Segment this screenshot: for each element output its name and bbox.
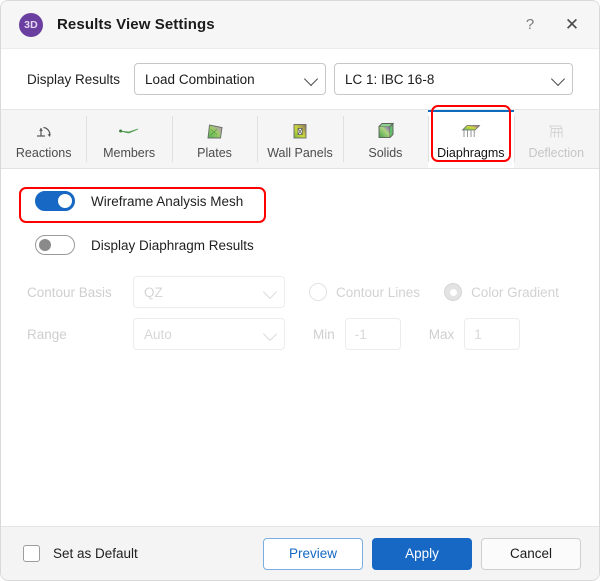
- tab-reactions[interactable]: Reactions: [1, 110, 86, 168]
- page-title: Results View Settings: [57, 16, 215, 33]
- color-gradient-radio-option[interactable]: Color Gradient: [444, 283, 559, 301]
- app-3d-badge-icon: 3D: [19, 12, 43, 37]
- close-icon[interactable]: ✕: [551, 7, 593, 43]
- display-diaphragm-results-label: Display Diaphragm Results: [91, 237, 254, 253]
- wireframe-analysis-mesh-label: Wireframe Analysis Mesh: [91, 193, 244, 209]
- min-label: Min: [313, 326, 335, 342]
- display-results-label: Display Results: [27, 71, 121, 87]
- set-as-default-label: Set as Default: [53, 546, 138, 561]
- deflection-icon: [543, 119, 569, 143]
- contour-basis-value: QZ: [144, 284, 163, 300]
- wall-panels-icon: [287, 119, 313, 143]
- tab-plates[interactable]: Plates: [171, 110, 257, 168]
- chevron-down-icon: [262, 326, 278, 342]
- tab-deflection[interactable]: Deflection: [513, 110, 599, 168]
- chevron-down-icon: [303, 71, 319, 87]
- contour-basis-label: Contour Basis: [27, 284, 112, 300]
- cancel-button[interactable]: Cancel: [481, 537, 581, 570]
- contour-basis-row: Contour Basis QZ Contour Lines Color Gra…: [27, 275, 573, 309]
- chevron-down-icon: [262, 284, 278, 300]
- contour-lines-radio[interactable]: [309, 283, 327, 301]
- wireframe-analysis-mesh-row: Wireframe Analysis Mesh: [35, 186, 573, 216]
- result-type-value: Load Combination: [145, 71, 255, 87]
- tab-label: Reactions: [15, 145, 72, 160]
- tab-label: Plates: [197, 145, 232, 160]
- max-label: Max: [428, 326, 455, 342]
- tab-diaphragms[interactable]: Diaphragms: [428, 110, 514, 168]
- range-row: Range Auto Min -1 Max 1: [27, 317, 573, 351]
- title-bar: 3D Results View Settings ? ✕: [1, 1, 599, 49]
- toggle-knob: [58, 194, 72, 208]
- tab-label: Deflection: [528, 145, 585, 160]
- dialog-footer: Set as Default Preview Apply Cancel: [1, 526, 599, 580]
- reactions-icon: [31, 119, 57, 143]
- tab-label: Wall Panels: [267, 145, 333, 160]
- min-input[interactable]: -1: [344, 318, 401, 350]
- display-diaphragm-results-row: Display Diaphragm Results: [35, 230, 573, 260]
- tab-label: Members: [103, 145, 156, 160]
- solids-icon: [372, 119, 398, 143]
- range-label: Range: [27, 326, 67, 342]
- color-gradient-label: Color Gradient: [471, 284, 559, 300]
- wireframe-analysis-mesh-toggle[interactable]: [35, 191, 75, 211]
- contour-basis-select[interactable]: QZ: [133, 276, 285, 308]
- display-results-row: Display Results Load Combination LC 1: I…: [1, 49, 599, 105]
- load-combination-select[interactable]: LC 1: IBC 16-8: [334, 63, 573, 95]
- range-select[interactable]: Auto: [133, 318, 285, 350]
- tab-wall-panels[interactable]: Wall Panels: [257, 110, 342, 168]
- result-type-select[interactable]: Load Combination: [134, 63, 327, 95]
- results-view-settings-dialog: 3D Results View Settings ? ✕ Display Res…: [0, 0, 600, 581]
- members-icon: [116, 119, 142, 143]
- dialog-body: Wireframe Analysis Mesh Display Diaphrag…: [1, 169, 599, 526]
- range-value: Auto: [144, 326, 172, 342]
- results-tab-strip: Reactions Members Plates Wall Panels Sol…: [1, 109, 599, 169]
- tab-label: Solids: [368, 145, 403, 160]
- contour-lines-label: Contour Lines: [336, 284, 421, 300]
- max-input[interactable]: 1: [464, 318, 521, 350]
- apply-button[interactable]: Apply: [372, 537, 472, 570]
- help-icon[interactable]: ?: [509, 7, 551, 43]
- diaphragms-icon: [458, 119, 484, 143]
- load-combination-value: LC 1: IBC 16-8: [345, 71, 435, 87]
- preview-button[interactable]: Preview: [263, 537, 363, 570]
- toggle-knob: [39, 239, 51, 251]
- display-diaphragm-results-toggle[interactable]: [35, 235, 75, 255]
- set-as-default-checkbox[interactable]: [23, 545, 40, 562]
- contour-lines-radio-option[interactable]: Contour Lines: [309, 283, 420, 301]
- tab-label: Diaphragms: [437, 145, 505, 160]
- tab-members[interactable]: Members: [86, 110, 171, 168]
- chevron-down-icon: [550, 71, 566, 87]
- plates-icon: [202, 119, 228, 143]
- tab-solids[interactable]: Solids: [342, 110, 428, 168]
- color-gradient-radio[interactable]: [444, 283, 463, 301]
